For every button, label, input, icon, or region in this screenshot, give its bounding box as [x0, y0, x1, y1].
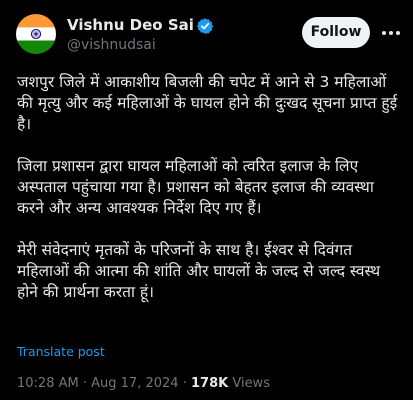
- tweet-paragraph: जिला प्रशासन द्वारा घायल महिलाओं को त्वर…: [17, 157, 374, 217]
- tweet-text: जशपुर जिले में आकाशीय बिजली की चपेट में …: [17, 72, 402, 324]
- tweet-date[interactable]: Aug 17, 2024: [91, 376, 178, 391]
- views-count: 178K: [190, 376, 229, 391]
- indian-flag-icon: [16, 14, 56, 54]
- author-display-name[interactable]: Vishnu Deo Sai: [67, 15, 194, 35]
- follow-button[interactable]: Follow: [302, 17, 370, 48]
- tweet-paragraph: मेरी संवेदनाएं मृतकों के परिजनों के साथ …: [17, 241, 381, 301]
- more-horizontal-icon[interactable]: [378, 20, 404, 46]
- tweet-time[interactable]: 10:28 AM: [17, 376, 79, 391]
- avatar[interactable]: [16, 14, 56, 54]
- translate-post-link[interactable]: Translate post: [17, 344, 105, 360]
- views-label: Views: [232, 376, 270, 391]
- tweet-meta: 10:28 AM · Aug 17, 2024 · 178K Views: [17, 375, 270, 393]
- verified-badge-icon: [196, 18, 214, 34]
- author-handle[interactable]: @vishnudsai: [67, 36, 156, 54]
- tweet-paragraph: जशपुर जिले में आकाशीय बिजली की चपेट में …: [17, 73, 398, 133]
- meta-separator: ·: [182, 376, 187, 391]
- meta-separator: ·: [82, 376, 87, 391]
